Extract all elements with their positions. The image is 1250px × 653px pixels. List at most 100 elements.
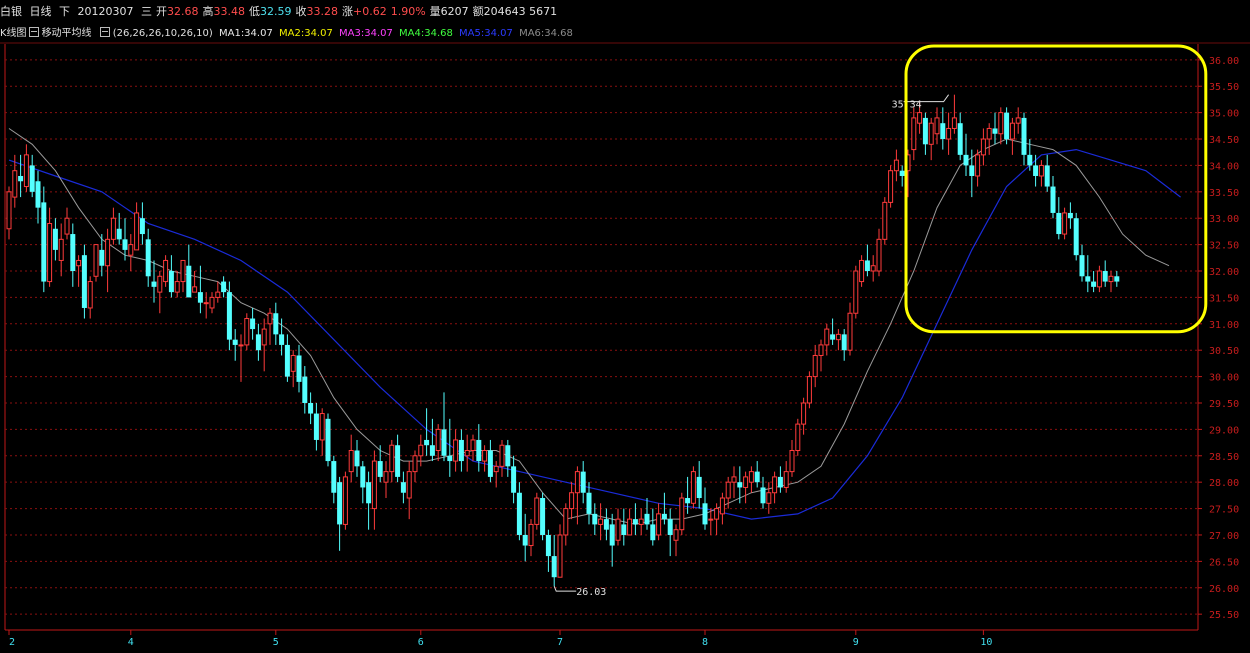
candle-body <box>1108 275 1114 283</box>
candle-body <box>58 238 64 261</box>
candle <box>586 482 592 525</box>
y-tick-label: 27.00 <box>1209 531 1239 542</box>
candle-body <box>667 519 673 535</box>
candle <box>151 260 157 303</box>
candle <box>290 350 296 388</box>
candle-body <box>476 439 482 462</box>
candle-body <box>1056 212 1062 235</box>
candle <box>1102 260 1108 287</box>
candle <box>795 418 801 456</box>
candle <box>203 292 209 319</box>
candle-body <box>690 471 696 504</box>
y-tick-label: 25.50 <box>1209 610 1239 621</box>
candle-body <box>522 534 528 546</box>
candle-body <box>325 418 331 462</box>
candle <box>35 170 41 224</box>
candle-body <box>412 455 418 473</box>
candle-body <box>673 529 679 541</box>
candle <box>453 429 459 472</box>
candle-body <box>163 259 169 283</box>
candle-body <box>81 255 87 308</box>
candle <box>516 482 522 541</box>
candle-body <box>876 238 882 272</box>
candle-body <box>134 212 140 251</box>
candle-body <box>174 281 180 293</box>
candle <box>87 276 93 319</box>
candle-body <box>128 244 134 256</box>
y-tick-label: 28.00 <box>1209 478 1239 489</box>
candle <box>424 408 430 456</box>
grid <box>0 42 1250 631</box>
candle <box>1015 107 1021 134</box>
candle-body <box>1102 271 1108 282</box>
candle <box>1079 244 1085 282</box>
candle <box>52 218 58 261</box>
candle <box>899 165 905 187</box>
candle-body <box>87 281 93 309</box>
candle-body <box>302 376 308 403</box>
candle-body <box>424 439 430 446</box>
y-tick-label: 34.50 <box>1209 135 1239 146</box>
x-axis: 2 4 5 6 7 8 9 10 <box>8 630 992 648</box>
candle <box>319 408 325 456</box>
candle <box>737 466 743 504</box>
candle-body <box>1027 154 1033 166</box>
candle <box>284 334 290 382</box>
y-tick-label: 30.50 <box>1209 346 1239 357</box>
candle-body <box>453 439 459 462</box>
candle-body <box>801 402 807 425</box>
candle-body <box>656 513 662 536</box>
candle-body <box>447 455 453 462</box>
candle <box>412 450 418 483</box>
candlestick-chart[interactable]: 25.50 26.00 26.50 27.00 27.50 28.00 28.50 29.00… <box>0 0 1250 653</box>
candle <box>592 503 598 535</box>
highlight-circle <box>904 44 1208 334</box>
low-marker-line <box>553 585 577 592</box>
y-tick-label: 32.50 <box>1209 241 1239 252</box>
candle-body <box>99 249 105 266</box>
candle-body <box>957 123 963 155</box>
candle-body <box>644 513 650 525</box>
candles <box>6 94 1120 587</box>
candle <box>232 329 238 361</box>
candle <box>853 265 859 319</box>
candle-body <box>348 450 354 473</box>
candle <box>105 228 111 293</box>
candle-body <box>383 471 389 483</box>
candle <box>128 234 134 272</box>
candle-body <box>835 333 841 341</box>
candle-body <box>1004 112 1010 140</box>
candle-body <box>725 481 731 499</box>
candle-body <box>110 217 116 240</box>
candle-body <box>609 524 615 546</box>
candle <box>6 186 12 240</box>
candle-body <box>696 476 702 499</box>
candle-body <box>1021 117 1027 155</box>
candle <box>545 529 551 572</box>
candle-body <box>337 482 343 525</box>
candle-body <box>986 127 992 140</box>
candle <box>963 133 969 176</box>
candle-body <box>545 534 551 557</box>
candle-body <box>969 165 975 176</box>
candle-body <box>23 154 29 188</box>
candle-body <box>47 222 53 283</box>
candle-body <box>151 281 157 287</box>
x-tick-label: 7 <box>557 637 563 648</box>
candle-body <box>354 450 360 467</box>
candle <box>980 128 986 166</box>
candle-body <box>70 234 76 272</box>
candle <box>1062 207 1068 240</box>
candle-body <box>279 334 285 345</box>
candle-body <box>192 286 198 293</box>
candle <box>922 112 928 155</box>
candle <box>882 197 888 245</box>
candle <box>946 112 952 155</box>
candle-body <box>574 471 580 494</box>
candle-body <box>563 508 569 536</box>
candle-body <box>847 312 853 351</box>
candle <box>226 281 232 351</box>
candle-body <box>296 355 302 382</box>
x-tick-label: 6 <box>418 637 424 648</box>
candle-body <box>934 117 940 135</box>
